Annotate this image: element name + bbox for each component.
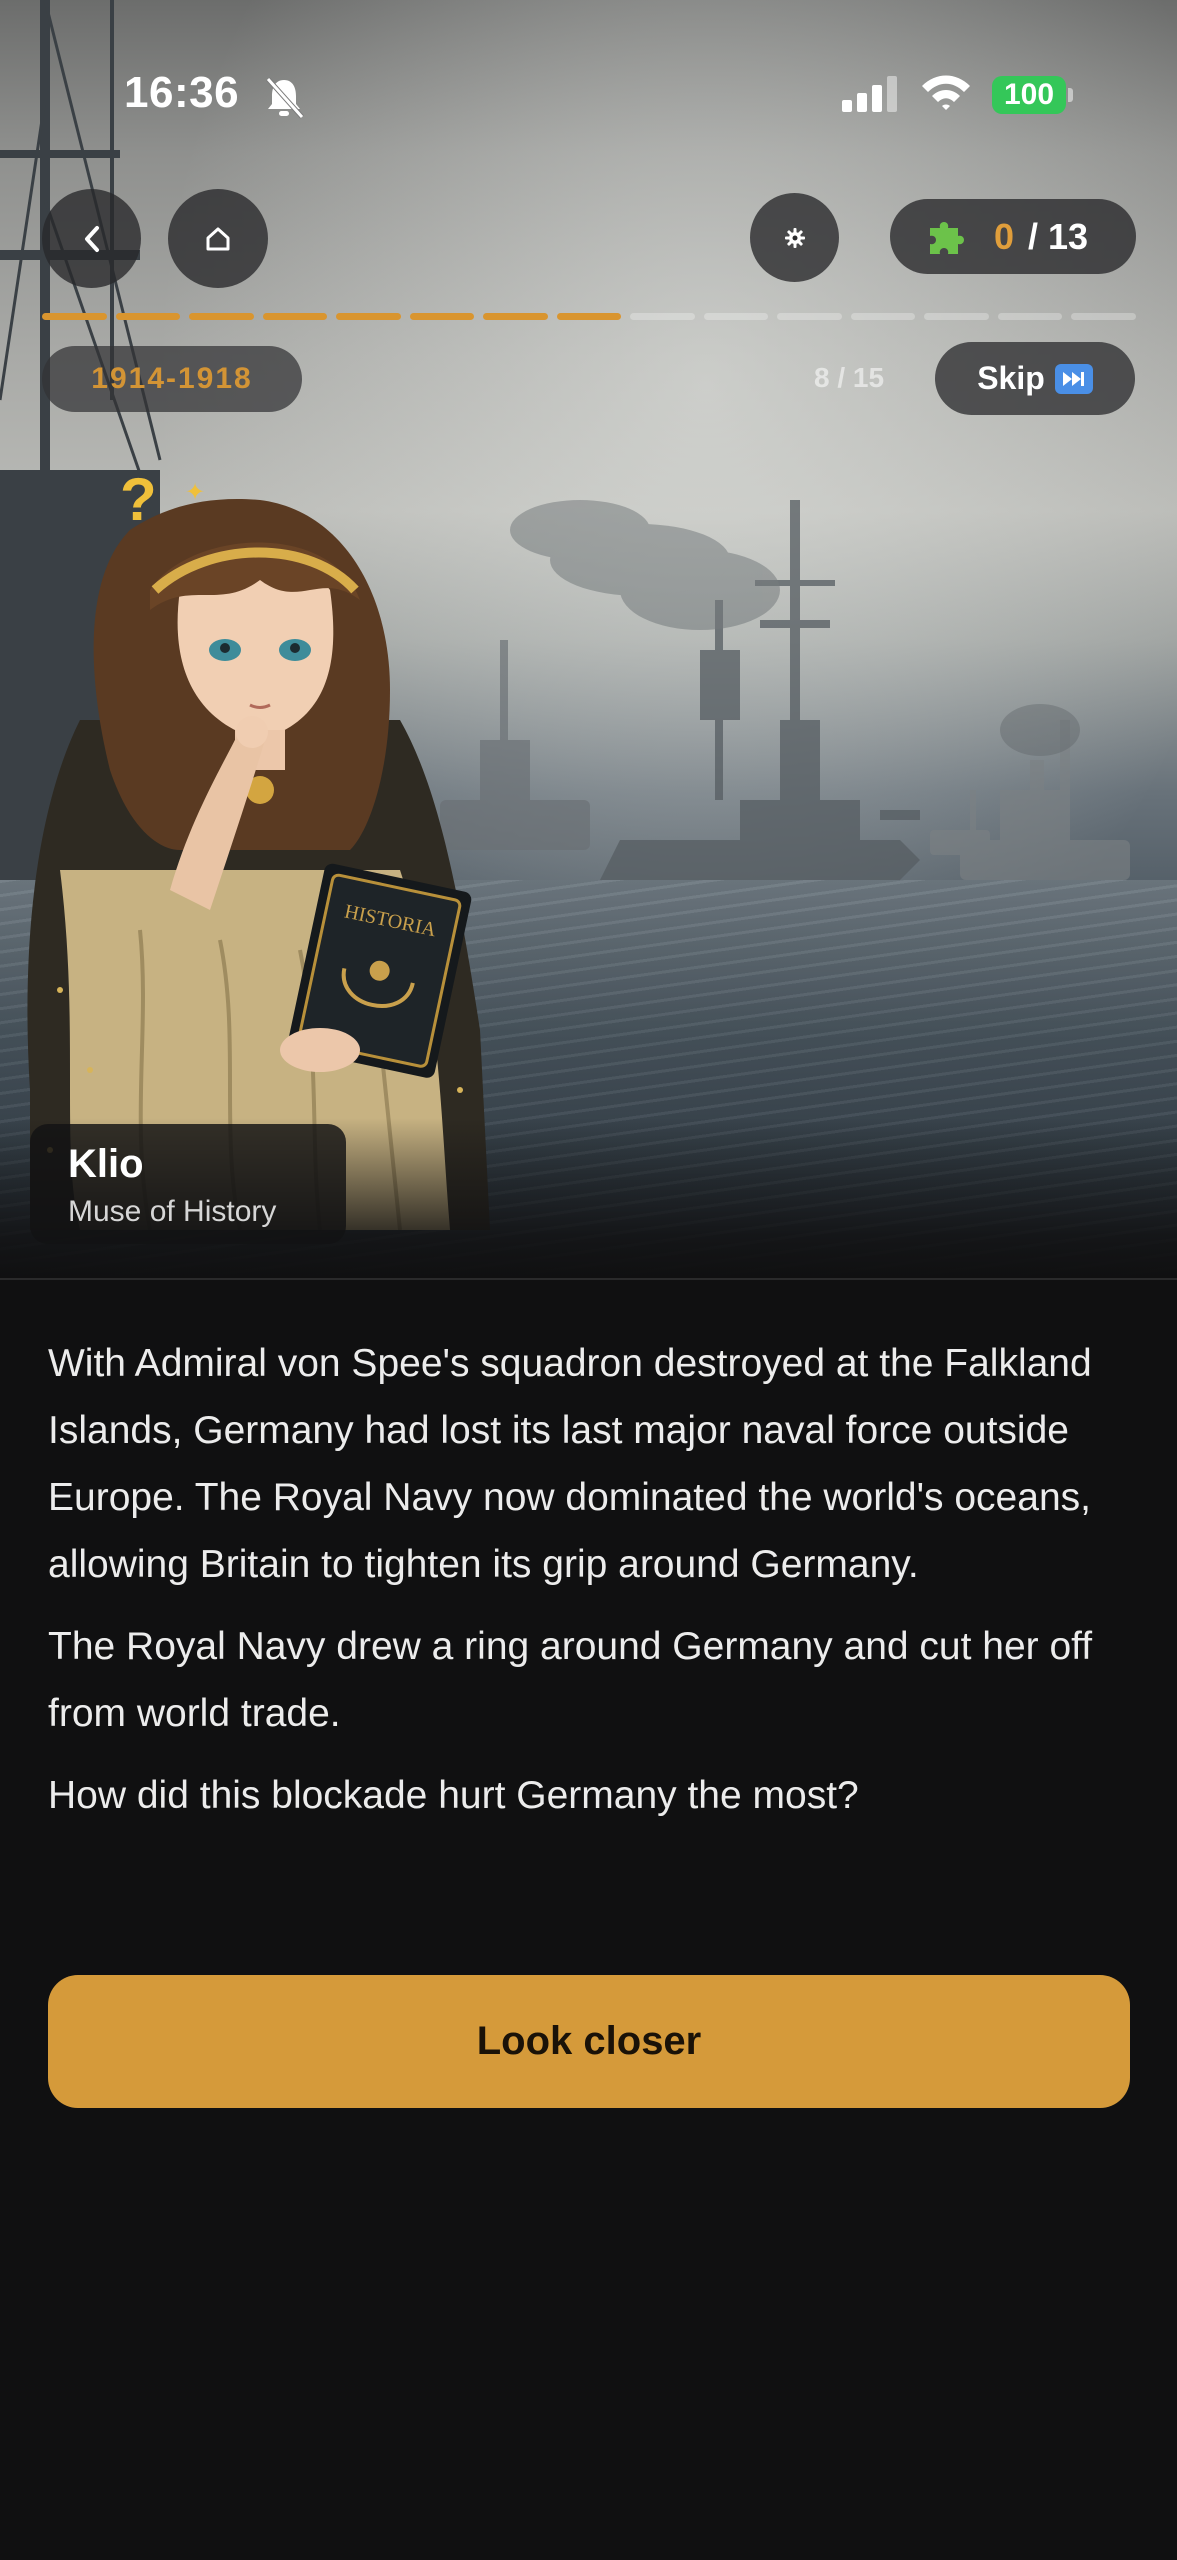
story-paragraph: With Admiral von Spee's squadron destroy… — [48, 1342, 1092, 1586]
status-time: 16:36 — [124, 68, 240, 117]
character-role: Muse of History — [68, 1195, 277, 1228]
lesson-progress-bar — [42, 313, 1136, 320]
pieces-total: / 13 — [1028, 215, 1089, 257]
progress-segment — [409, 313, 475, 320]
settings-button[interactable] — [750, 193, 839, 282]
chevron-left-icon — [84, 225, 99, 252]
wifi-icon — [922, 75, 970, 110]
progress-segment — [336, 313, 401, 320]
gear-icon — [784, 227, 805, 248]
hero-divider — [0, 1278, 1177, 1280]
back-button[interactable] — [42, 189, 141, 288]
progress-segment — [189, 313, 254, 320]
progress-segment — [630, 313, 695, 320]
character-name: Klio — [68, 1142, 144, 1186]
home-button[interactable] — [168, 189, 268, 288]
home-icon — [206, 227, 230, 250]
step-counter: 8 / 15 — [814, 362, 885, 393]
progress-segment — [42, 313, 107, 320]
battery-indicator: 100 — [992, 76, 1066, 114]
progress-segment — [850, 313, 916, 320]
story-text: With Admiral von Spee's squadron destroy… — [48, 1330, 1138, 1829]
fast-forward-icon — [1054, 363, 1093, 394]
battery-tip — [1068, 88, 1073, 102]
puzzle-piece-icon — [930, 221, 964, 254]
progress-segment — [556, 313, 622, 320]
pieces-collected: 0 — [994, 215, 1015, 257]
progress-segment — [997, 313, 1063, 320]
progress-segment — [777, 313, 842, 320]
progress-segment — [924, 313, 989, 320]
era-badge: 1914-1918 — [42, 346, 302, 412]
puzzle-pieces-counter[interactable]: 0 / 13 — [890, 199, 1136, 274]
character-name-card: Klio Muse of History — [30, 1124, 346, 1244]
skip-button[interactable]: Skip — [935, 342, 1135, 415]
progress-segment — [483, 313, 548, 320]
cellular-signal-icon — [842, 76, 897, 112]
story-question: How did this blockade hurt Germany the m… — [48, 1774, 859, 1817]
skip-label: Skip — [977, 360, 1045, 396]
progress-segment — [115, 313, 181, 320]
question-mark-icon: ? — [120, 470, 157, 533]
bell-muted-icon — [266, 77, 304, 119]
progress-segment — [1071, 313, 1136, 320]
sparkle-icon: ✦ — [185, 478, 205, 506]
look-closer-button[interactable]: Look closer — [48, 1975, 1130, 2108]
story-paragraph: The Royal Navy drew a ring around German… — [48, 1625, 1093, 1735]
klio-character: HISTORIA ? ✦ — [27, 470, 490, 1230]
progress-segment — [262, 313, 328, 320]
progress-segment — [703, 313, 769, 320]
hero-illustration: HISTORIA ? ✦ — [0, 0, 1177, 1278]
